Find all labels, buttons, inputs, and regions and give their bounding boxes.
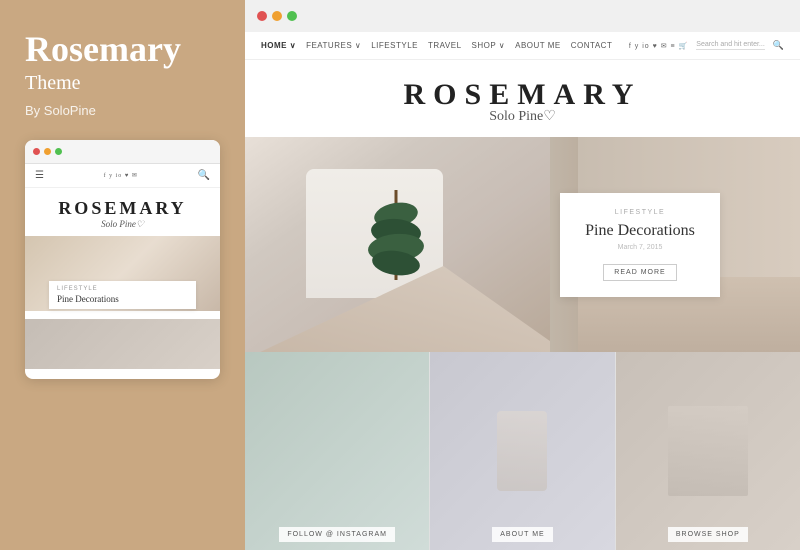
nav-item-aboutme[interactable]: ABOUT ME [515, 41, 561, 50]
mobile-social-icons: f y io ♥ ✉ [104, 172, 138, 179]
nav-item-features[interactable]: FEATURES ∨ [306, 41, 361, 50]
hero-bg: LIFESTYLE Pine Decorations March 7, 2015… [245, 137, 800, 352]
hero-card-title: Pine Decorations [580, 222, 700, 240]
bottom-row: FOLLOW @ INSTAGRAM ABOUT ME BROWS [245, 352, 800, 550]
hamburger-icon: ☰ [35, 170, 44, 181]
left-panel: Rosemary Theme By SoloPine ☰ f y io ♥ ✉ … [0, 0, 245, 550]
theme-title: Rosemary Theme [25, 30, 181, 95]
hero-card-category: LIFESTYLE [580, 209, 700, 216]
theme-by: By SoloPine [25, 103, 96, 118]
mobile-blog-image: LIFESTYLE Pine Decorations [25, 236, 220, 311]
shop-button[interactable]: BROWSE SHOP [668, 527, 748, 542]
nav-item-travel[interactable]: TRAVEL [428, 41, 462, 50]
browser-dot-yellow [272, 11, 282, 21]
hero-area: LIFESTYLE Pine Decorations March 7, 2015… [245, 137, 800, 352]
browser-chrome [245, 0, 800, 32]
shop-label-area: BROWSE SHOP [616, 515, 800, 550]
mobile-preview: ☰ f y io ♥ ✉ 🔍 ROSEMARY Solo Pine♡ LIFES… [25, 140, 220, 379]
nav-item-lifestyle[interactable]: LIFESTYLE [371, 41, 418, 50]
nav-right: f y io ♥ ✉ ≡ 🛒 Search and hit enter... 🔍 [629, 40, 784, 51]
mobile-card-category: LIFESTYLE [57, 286, 188, 292]
right-panel: HOME ∨ FEATURES ∨ LIFESTYLE TRAVEL SHOP … [245, 0, 800, 550]
instagram-button[interactable]: FOLLOW @ INSTAGRAM [279, 527, 395, 542]
aboutme-label-area: ABOUT ME [430, 515, 614, 550]
mobile-dot-yellow [44, 148, 51, 155]
read-more-button[interactable]: READ MORE [603, 264, 676, 281]
shop-cell: BROWSE SHOP [616, 352, 800, 550]
pine-branch [356, 180, 436, 290]
hero-card: LIFESTYLE Pine Decorations March 7, 2015… [560, 193, 720, 297]
mobile-logo-cursive: Solo Pine♡ [25, 219, 220, 230]
instagram-label-area: FOLLOW @ INSTAGRAM [245, 515, 429, 550]
browser-dot-green [287, 11, 297, 21]
mobile-dots [33, 148, 62, 155]
nav-item-contact[interactable]: CONTACT [571, 41, 613, 50]
mobile-blog-card: LIFESTYLE Pine Decorations [49, 281, 196, 309]
aboutme-cell: ABOUT ME [430, 352, 615, 550]
browser-dot-red [257, 11, 267, 21]
site-logo: ROSEMARY [245, 78, 800, 112]
nav-item-shop[interactable]: SHOP ∨ [472, 41, 506, 50]
website-frame: HOME ∨ FEATURES ∨ LIFESTYLE TRAVEL SHOP … [245, 32, 800, 550]
site-logo-area: ROSEMARY Solo Pine♡ [245, 60, 800, 137]
instagram-cell: FOLLOW @ INSTAGRAM [245, 352, 430, 550]
nav-left: HOME ∨ FEATURES ∨ LIFESTYLE TRAVEL SHOP … [261, 41, 612, 50]
search-icon[interactable]: 🔍 [773, 40, 784, 51]
nav-social-icons: f y io ♥ ✉ ≡ 🛒 [629, 42, 688, 50]
mobile-nav: ☰ f y io ♥ ✉ 🔍 [25, 164, 220, 188]
mobile-dot-green [55, 148, 62, 155]
mobile-bottom-image [25, 319, 220, 369]
mobile-browser-bar [25, 140, 220, 164]
site-nav: HOME ∨ FEATURES ∨ LIFESTYLE TRAVEL SHOP … [245, 32, 800, 60]
browser-dots [257, 11, 297, 21]
mobile-logo-area: ROSEMARY Solo Pine♡ [25, 188, 220, 236]
site-logo-cursive: Solo Pine♡ [245, 108, 800, 125]
search-input[interactable]: Search and hit enter... [696, 41, 765, 50]
mobile-dot-red [33, 148, 40, 155]
aboutme-button[interactable]: ABOUT ME [492, 527, 552, 542]
mobile-search-icon: 🔍 [198, 170, 210, 181]
hero-card-date: March 7, 2015 [580, 244, 700, 251]
mobile-card-title: Pine Decorations [57, 294, 188, 304]
nav-item-home[interactable]: HOME ∨ [261, 41, 296, 50]
mobile-logo-text: ROSEMARY [25, 198, 220, 219]
